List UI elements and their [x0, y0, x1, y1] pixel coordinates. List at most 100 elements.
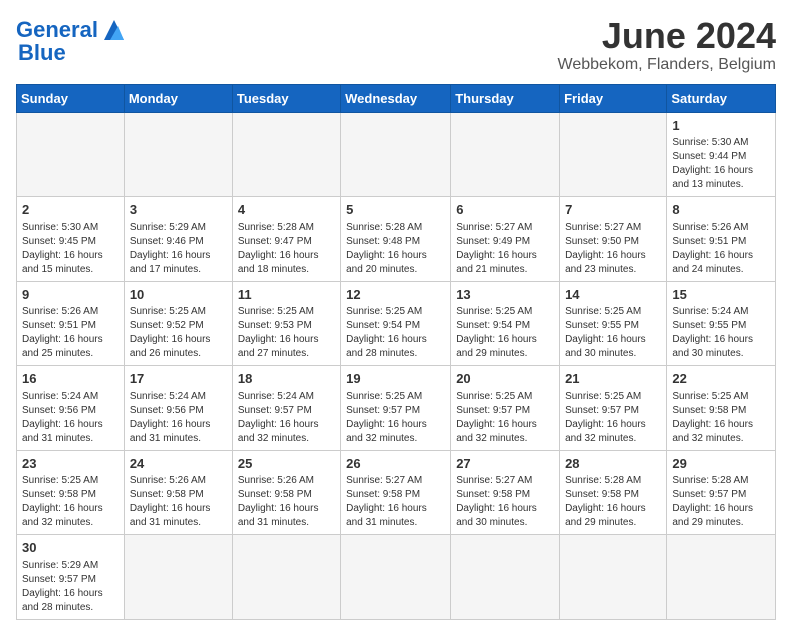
calendar-day-cell	[232, 535, 340, 620]
weekday-header: Monday	[124, 84, 232, 112]
calendar-week-row: 2Sunrise: 5:30 AM Sunset: 9:45 PM Daylig…	[17, 197, 776, 282]
day-number: 11	[238, 286, 335, 304]
calendar-day-cell	[451, 112, 560, 197]
day-number: 1	[672, 117, 770, 135]
day-info: Sunrise: 5:24 AM Sunset: 9:56 PM Dayligh…	[130, 390, 227, 446]
day-number: 14	[565, 286, 661, 304]
calendar-day-cell: 6Sunrise: 5:27 AM Sunset: 9:49 PM Daylig…	[451, 197, 560, 282]
day-info: Sunrise: 5:28 AM Sunset: 9:47 PM Dayligh…	[238, 221, 335, 277]
day-info: Sunrise: 5:25 AM Sunset: 9:57 PM Dayligh…	[346, 390, 445, 446]
calendar-day-cell: 18 Sunrise: 5:24 AM Sunset: 9:57 PM Dayli…	[232, 366, 340, 451]
calendar-day-cell	[451, 535, 560, 620]
calendar-day-cell: 28Sunrise: 5:28 AM Sunset: 9:58 PM Dayli…	[560, 450, 667, 535]
weekday-header: Sunday	[17, 84, 125, 112]
calendar-day-cell: 10Sunrise: 5:25 AM Sunset: 9:52 PM Dayli…	[124, 281, 232, 366]
day-number: 27	[456, 455, 554, 473]
day-number: 12	[346, 286, 445, 304]
title-area: June 2024 Webbekom, Flanders, Belgium	[558, 16, 776, 74]
weekday-header: Wednesday	[341, 84, 451, 112]
calendar-day-cell	[341, 112, 451, 197]
calendar-day-cell	[560, 112, 667, 197]
day-number: 2	[22, 201, 119, 219]
calendar-day-cell: 26Sunrise: 5:27 AM Sunset: 9:58 PM Dayli…	[341, 450, 451, 535]
calendar-table: SundayMondayTuesdayWednesdayThursdayFrid…	[16, 84, 776, 620]
calendar-day-cell: 24Sunrise: 5:26 AM Sunset: 9:58 PM Dayli…	[124, 450, 232, 535]
logo-general: General	[16, 17, 98, 42]
calendar-day-cell: 16 Sunrise: 5:24 AM Sunset: 9:56 PM Dayli…	[17, 366, 125, 451]
day-info: Sunrise: 5:24 AM Sunset: 9:56 PM Dayligh…	[22, 390, 119, 446]
day-info: Sunrise: 5:25 AM Sunset: 9:54 PM Dayligh…	[346, 305, 445, 361]
weekday-header: Thursday	[451, 84, 560, 112]
calendar-week-row: 23Sunrise: 5:25 AM Sunset: 9:58 PM Dayli…	[17, 450, 776, 535]
calendar-day-cell: 13Sunrise: 5:25 AM Sunset: 9:54 PM Dayli…	[451, 281, 560, 366]
calendar-day-cell: 5 Sunrise: 5:28 AM Sunset: 9:48 PM Daylig…	[341, 197, 451, 282]
calendar-week-row: 1Sunrise: 5:30 AM Sunset: 9:44 PM Daylig…	[17, 112, 776, 197]
calendar-day-cell: 9Sunrise: 5:26 AM Sunset: 9:51 PM Daylig…	[17, 281, 125, 366]
calendar-day-cell	[124, 535, 232, 620]
calendar-day-cell: 20Sunrise: 5:25 AM Sunset: 9:57 PM Dayli…	[451, 366, 560, 451]
weekday-header-row: SundayMondayTuesdayWednesdayThursdayFrid…	[17, 84, 776, 112]
calendar-day-cell: 7 Sunrise: 5:27 AM Sunset: 9:50 PM Daylig…	[560, 197, 667, 282]
day-number: 20	[456, 370, 554, 388]
calendar-day-cell: 21Sunrise: 5:25 AM Sunset: 9:57 PM Dayli…	[560, 366, 667, 451]
logo-text: General	[16, 19, 98, 41]
day-info: Sunrise: 5:26 AM Sunset: 9:58 PM Dayligh…	[130, 474, 227, 530]
calendar-day-cell: 8 Sunrise: 5:26 AM Sunset: 9:51 PM Daylig…	[667, 197, 776, 282]
day-info: Sunrise: 5:28 AM Sunset: 9:58 PM Dayligh…	[565, 474, 661, 530]
calendar-day-cell: 29Sunrise: 5:28 AM Sunset: 9:57 PM Dayli…	[667, 450, 776, 535]
calendar-day-cell: 4Sunrise: 5:28 AM Sunset: 9:47 PM Daylig…	[232, 197, 340, 282]
location-title: Webbekom, Flanders, Belgium	[558, 56, 776, 74]
calendar-day-cell: 1Sunrise: 5:30 AM Sunset: 9:44 PM Daylig…	[667, 112, 776, 197]
calendar-day-cell	[341, 535, 451, 620]
day-info: Sunrise: 5:25 AM Sunset: 9:52 PM Dayligh…	[130, 305, 227, 361]
logo-blue: Blue	[18, 40, 66, 65]
day-info: Sunrise: 5:30 AM Sunset: 9:44 PM Dayligh…	[672, 136, 770, 192]
logo-icon	[100, 16, 128, 44]
calendar-week-row: 16 Sunrise: 5:24 AM Sunset: 9:56 PM Dayli…	[17, 366, 776, 451]
day-info: Sunrise: 5:26 AM Sunset: 9:51 PM Dayligh…	[672, 221, 770, 277]
day-number: 30	[22, 539, 119, 557]
day-info: Sunrise: 5:25 AM Sunset: 9:54 PM Dayligh…	[456, 305, 554, 361]
day-number: 6	[456, 201, 554, 219]
day-number: 7	[565, 201, 661, 219]
logo: General Blue	[16, 16, 128, 66]
calendar-day-cell	[17, 112, 125, 197]
calendar-week-row: 9Sunrise: 5:26 AM Sunset: 9:51 PM Daylig…	[17, 281, 776, 366]
day-number: 16	[22, 370, 119, 388]
day-info: Sunrise: 5:28 AM Sunset: 9:57 PM Dayligh…	[672, 474, 770, 530]
day-info: Sunrise: 5:24 AM Sunset: 9:57 PM Dayligh…	[238, 390, 335, 446]
calendar-day-cell: 27Sunrise: 5:27 AM Sunset: 9:58 PM Dayli…	[451, 450, 560, 535]
day-number: 21	[565, 370, 661, 388]
day-info: Sunrise: 5:27 AM Sunset: 9:58 PM Dayligh…	[346, 474, 445, 530]
day-number: 24	[130, 455, 227, 473]
day-number: 23	[22, 455, 119, 473]
day-number: 18	[238, 370, 335, 388]
day-info: Sunrise: 5:25 AM Sunset: 9:55 PM Dayligh…	[565, 305, 661, 361]
weekday-header: Tuesday	[232, 84, 340, 112]
day-number: 22	[672, 370, 770, 388]
day-number: 8	[672, 201, 770, 219]
calendar-day-cell: 15Sunrise: 5:24 AM Sunset: 9:55 PM Dayli…	[667, 281, 776, 366]
day-info: Sunrise: 5:29 AM Sunset: 9:57 PM Dayligh…	[22, 559, 119, 615]
day-info: Sunrise: 5:25 AM Sunset: 9:53 PM Dayligh…	[238, 305, 335, 361]
calendar-day-cell: 23Sunrise: 5:25 AM Sunset: 9:58 PM Dayli…	[17, 450, 125, 535]
day-info: Sunrise: 5:27 AM Sunset: 9:50 PM Dayligh…	[565, 221, 661, 277]
month-title: June 2024	[558, 16, 776, 56]
calendar-day-cell: 22 Sunrise: 5:25 AM Sunset: 9:58 PM Dayli…	[667, 366, 776, 451]
day-info: Sunrise: 5:28 AM Sunset: 9:48 PM Dayligh…	[346, 221, 445, 277]
day-info: Sunrise: 5:29 AM Sunset: 9:46 PM Dayligh…	[130, 221, 227, 277]
day-info: Sunrise: 5:25 AM Sunset: 9:58 PM Dayligh…	[672, 390, 770, 446]
day-number: 5	[346, 201, 445, 219]
calendar-day-cell: 25Sunrise: 5:26 AM Sunset: 9:58 PM Dayli…	[232, 450, 340, 535]
day-info: Sunrise: 5:25 AM Sunset: 9:58 PM Dayligh…	[22, 474, 119, 530]
page-header: General Blue June 2024 Webbekom, Flander…	[16, 16, 776, 74]
calendar-day-cell: 30 Sunrise: 5:29 AM Sunset: 9:57 PM Dayli…	[17, 535, 125, 620]
calendar-day-cell: 19 Sunrise: 5:25 AM Sunset: 9:57 PM Dayli…	[341, 366, 451, 451]
weekday-header: Saturday	[667, 84, 776, 112]
day-number: 19	[346, 370, 445, 388]
calendar-day-cell	[560, 535, 667, 620]
calendar-day-cell: 3 Sunrise: 5:29 AM Sunset: 9:46 PM Daylig…	[124, 197, 232, 282]
day-number: 26	[346, 455, 445, 473]
day-number: 3	[130, 201, 227, 219]
weekday-header: Friday	[560, 84, 667, 112]
